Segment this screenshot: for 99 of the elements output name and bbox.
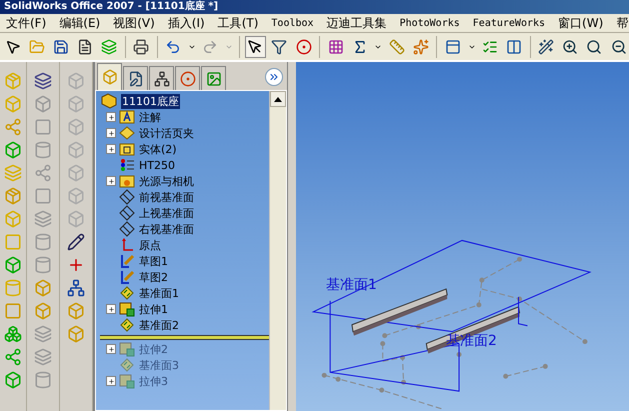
print-icon [133,38,150,54]
menu-item[interactable]: 视图(V) [107,14,162,32]
zoom-out-icon [610,38,627,54]
plus-icon [108,178,114,184]
view-icon [444,38,461,54]
extrude-icon [119,341,135,357]
tree-item[interactable]: 基准面3 [138,358,180,372]
open-folder-icon [28,38,45,54]
plus-icon [108,378,114,384]
sparkle-icon [412,38,429,54]
expand-icon[interactable] [106,304,116,314]
expand-icon[interactable] [106,112,116,122]
menu-item[interactable]: PhotoWorks [394,18,467,28]
folder-icon [119,141,135,157]
tree-item[interactable]: 基准面1 [138,286,180,300]
expand-icon[interactable] [106,128,116,138]
ref-plane-icon [119,285,135,301]
save-icon [52,38,69,54]
tool-icon[interactable] [34,72,52,90]
list-icon [482,38,498,54]
tree-item[interactable]: 上视基准面 [138,206,195,220]
expand-icon[interactable] [106,176,116,186]
menu-item[interactable]: Toolbox [265,18,321,28]
double-chevron-icon [268,71,280,83]
annotations-icon [119,109,135,125]
window-title: SolidWorks Office 2007 - [11101底座 *] [0,0,629,14]
rollback-bar[interactable] [100,335,269,340]
expand-button[interactable] [265,68,283,86]
plus-icon [108,146,114,152]
tree-item[interactable]: 设计活页夹 [138,126,195,140]
plus-icon [108,346,114,352]
tree-item[interactable]: 实体(2) [138,142,178,156]
undo-icon [165,38,182,54]
menu-item[interactable]: 编辑(E) [53,14,108,32]
sketch-icon [119,269,135,285]
search-icon [586,38,602,54]
ref-plane-icon [119,357,135,373]
lights-folder-icon [119,173,135,189]
filter-icon [271,38,288,54]
tree-item[interactable]: 拉伸3 [138,374,169,388]
zoom-in-icon [562,38,578,54]
extrude-icon [119,373,135,389]
select-button[interactable] [244,36,266,58]
tree-item[interactable]: 拉伸2 [138,342,169,356]
material-icon [119,157,135,173]
menu-item[interactable]: 窗口(W) [552,14,610,32]
pointer-icon [4,38,21,54]
tree-item[interactable]: 注解 [138,110,162,124]
disc-icon [180,70,196,86]
extrude-icon [119,301,135,317]
picture-icon [206,70,222,86]
part-icon [102,69,118,85]
expand-icon[interactable] [106,144,116,154]
hierarchy-icon [154,70,170,86]
menu-item[interactable]: 文件(F) [0,14,54,32]
picture-tab[interactable] [201,66,226,90]
color-grid-icon [328,38,344,54]
plane-icon [119,189,135,205]
split-view-icon [506,38,522,54]
tree-item[interactable]: 基准面2 [138,318,180,332]
tree-item[interactable]: 光源与相机 [138,174,195,188]
tree-item[interactable]: 拉伸1 [138,302,169,316]
hierarchy-tab[interactable] [149,66,174,90]
part-tab[interactable] [97,63,122,90]
property-sheet-tab[interactable] [123,66,148,90]
ref-plane-icon [119,317,135,333]
measure-icon [388,38,405,54]
menu-item[interactable]: 插入(I) [162,14,212,32]
tree-item[interactable]: 右视基准面 [138,222,195,236]
plus-icon [108,114,114,120]
redo-icon [202,38,218,54]
plane-icon [119,205,135,221]
menu-item[interactable]: 工具(T) [212,14,266,32]
sketch-icon [119,253,135,269]
select-icon [247,38,264,54]
plus-icon [108,130,114,136]
expand-icon[interactable] [106,376,116,386]
menu-item[interactable]: 迈迪工具集 [320,14,394,32]
tool-icon[interactable] [67,233,85,251]
expand-icon[interactable] [106,344,116,354]
tree-item[interactable]: 原点 [138,238,162,252]
plane-icon [119,221,135,237]
tree-item[interactable]: HT250 [138,158,176,172]
plus-icon [108,306,114,312]
tool-icon[interactable] [67,279,85,297]
tree-item[interactable]: 草图2 [138,270,169,284]
menu-item[interactable]: 帮 [610,14,629,32]
origin-icon [119,237,135,253]
tree-item[interactable]: 前视基准面 [138,190,195,204]
part-icon [100,93,118,109]
up-arrow-icon [274,96,282,102]
diamond-icon [119,125,135,141]
tree-item[interactable]: 11101底座 [121,94,180,108]
menu-item[interactable]: FeatureWorks [466,18,552,28]
wand-icon [538,38,554,54]
tree-item[interactable]: 草图1 [138,254,169,268]
scroll-up-button[interactable] [270,91,286,107]
property-sheet-icon [128,70,144,86]
properties-icon [76,38,93,54]
